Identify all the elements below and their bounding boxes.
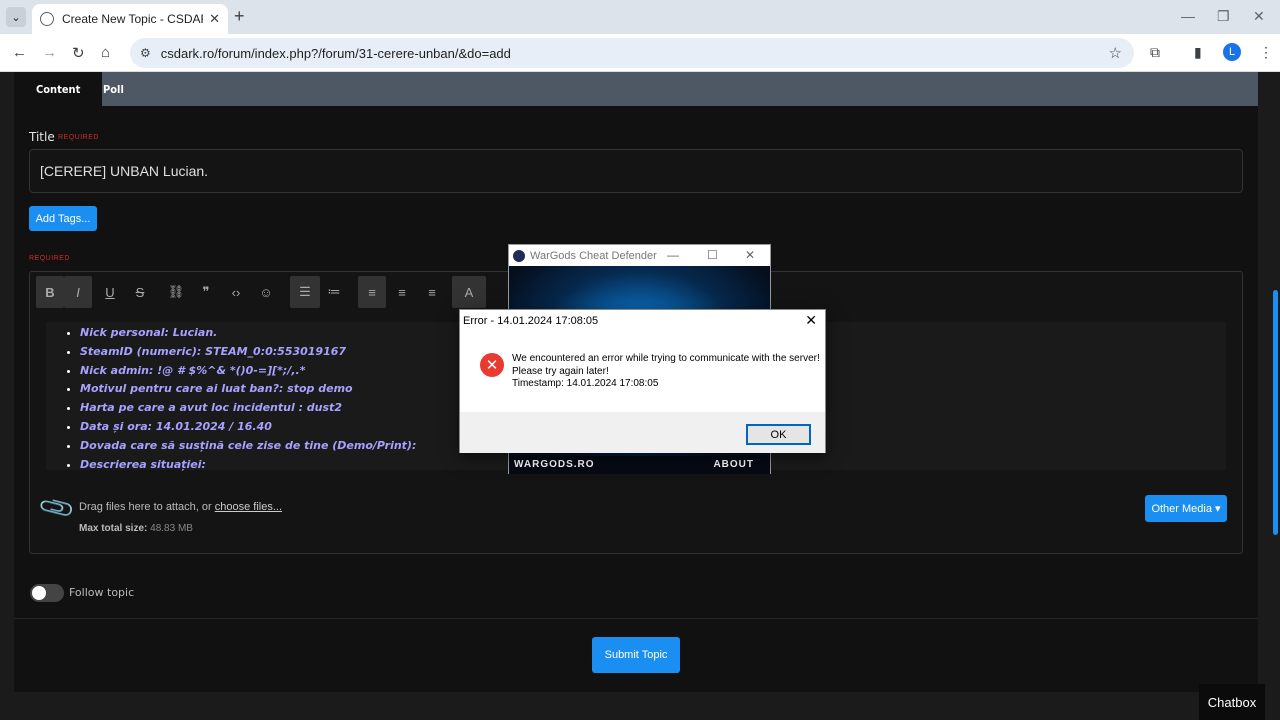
chatbox-button[interactable]: Chatbox bbox=[1199, 684, 1265, 720]
align-right-icon[interactable]: ≡ bbox=[418, 276, 446, 308]
restore-icon[interactable]: ❐ bbox=[1217, 8, 1230, 25]
add-tags-button[interactable]: Add Tags... bbox=[29, 206, 97, 231]
wargods-footer: WARGODS.RO ABOUT bbox=[509, 456, 770, 474]
code-icon[interactable]: ‹› bbox=[222, 276, 250, 308]
other-media-button[interactable]: Other Media ▾ bbox=[1145, 495, 1227, 522]
choose-files-link[interactable]: choose files... bbox=[215, 501, 282, 513]
follow-topic-toggle[interactable] bbox=[30, 584, 64, 602]
bullet-list-icon[interactable]: ☰ bbox=[290, 276, 320, 308]
ok-button[interactable]: OK bbox=[746, 424, 811, 445]
close-window-icon[interactable]: ✕ bbox=[1253, 8, 1265, 25]
title-required-badge: REQUIRED bbox=[58, 134, 99, 141]
tab-poll[interactable]: Poll bbox=[81, 72, 146, 106]
error-dialog: Error - 14.01.2024 17:08:05 ✕ ✕ We encou… bbox=[459, 309, 826, 453]
max-size-info: Max total size: 48.83 MB bbox=[79, 523, 193, 534]
extensions-icon[interactable]: ⧉ bbox=[1150, 44, 1160, 61]
error-line-1: We encountered an error while trying to … bbox=[512, 353, 820, 364]
attach-instructions: Drag files here to attach, or choose fil… bbox=[79, 501, 282, 513]
new-tab-button[interactable]: + bbox=[234, 6, 245, 27]
tab-search-button[interactable]: ⌄ bbox=[6, 7, 26, 27]
reload-icon[interactable]: ↻ bbox=[72, 44, 85, 62]
site-info-icon[interactable]: ⚙ bbox=[140, 46, 151, 60]
wargods-site-link[interactable]: WARGODS.RO bbox=[514, 459, 595, 470]
error-line-3: Timestamp: 14.01.2024 17:08:05 bbox=[512, 378, 659, 389]
wargods-titlebar: WarGods Cheat Defender — ☐ ✕ bbox=[509, 245, 770, 266]
error-message: We encountered an error while trying to … bbox=[512, 353, 820, 391]
link-icon[interactable]: ⛓ bbox=[162, 276, 190, 308]
menu-icon[interactable]: ⋮ bbox=[1259, 44, 1273, 61]
bold-icon[interactable]: B bbox=[36, 276, 64, 308]
globe-icon bbox=[40, 12, 54, 26]
follow-topic-label: Follow topic bbox=[69, 586, 135, 599]
wargods-logo-icon bbox=[513, 249, 525, 262]
max-size-value: 48.83 MB bbox=[150, 523, 193, 534]
align-center-icon[interactable]: ≡ bbox=[388, 276, 416, 308]
max-size-label: Max total size: bbox=[79, 523, 148, 534]
bookmark-star-icon[interactable]: ☆ bbox=[1109, 44, 1122, 62]
emoji-icon[interactable]: ☺ bbox=[252, 276, 280, 308]
forward-icon[interactable]: → bbox=[42, 44, 57, 61]
minimize-icon[interactable]: — bbox=[1181, 8, 1195, 24]
title-input[interactable]: [CERERE] UNBAN Lucian. bbox=[29, 149, 1243, 193]
editor-tabs: Content Poll bbox=[14, 72, 1258, 106]
url-text: csdark.ro/forum/index.php?/forum/31-cere… bbox=[160, 45, 511, 61]
browser-tab-bar: ⌄ Create New Topic - CSDARK - C ✕ + — ❐ … bbox=[0, 0, 1280, 34]
error-close-icon[interactable]: ✕ bbox=[805, 312, 817, 329]
error-line-2: Please try again later! bbox=[512, 365, 609, 377]
wargods-about-link[interactable]: ABOUT bbox=[713, 459, 754, 470]
underline-icon[interactable]: U bbox=[96, 276, 124, 308]
tab-title: Create New Topic - CSDARK - C bbox=[62, 12, 203, 26]
error-icon: ✕ bbox=[480, 353, 504, 377]
side-panel-icon[interactable]: ▮ bbox=[1194, 44, 1202, 61]
browser-toolbar: ← → ↻ ⌂ ⚙ csdark.ro/forum/index.php?/for… bbox=[0, 34, 1280, 72]
browser-tab[interactable]: Create New Topic - CSDARK - C ✕ bbox=[32, 4, 228, 34]
submit-topic-button[interactable]: Submit Topic bbox=[592, 637, 680, 673]
wargods-maximize-icon[interactable]: ☐ bbox=[707, 248, 718, 262]
strikethrough-icon[interactable]: S bbox=[126, 276, 154, 308]
title-label: Title bbox=[29, 130, 55, 144]
toggle-knob bbox=[32, 586, 46, 600]
page-scrollbar[interactable] bbox=[1273, 290, 1278, 535]
close-tab-icon[interactable]: ✕ bbox=[209, 11, 220, 27]
attachment-area[interactable]: 📎 Drag files here to attach, or choose f… bbox=[30, 484, 1242, 554]
address-bar[interactable]: ⚙ csdark.ro/forum/index.php?/forum/31-ce… bbox=[130, 38, 1134, 68]
text-color-icon[interactable]: A bbox=[452, 276, 486, 308]
attach-text: Drag files here to attach, or bbox=[79, 501, 212, 513]
home-icon[interactable]: ⌂ bbox=[101, 44, 110, 61]
wargods-close-icon[interactable]: ✕ bbox=[745, 248, 755, 262]
back-icon[interactable]: ← bbox=[12, 44, 27, 61]
error-dialog-footer: OK bbox=[460, 412, 825, 453]
align-left-icon[interactable]: ≡ bbox=[358, 276, 386, 308]
numbered-list-icon[interactable]: ≔ bbox=[320, 276, 348, 308]
divider bbox=[14, 618, 1258, 619]
body-required-badge: REQUIRED bbox=[29, 255, 70, 262]
profile-avatar[interactable]: L bbox=[1223, 43, 1241, 61]
quote-icon[interactable]: ❞ bbox=[192, 276, 220, 308]
italic-icon[interactable]: I bbox=[64, 276, 92, 308]
paperclip-icon: 📎 bbox=[36, 488, 77, 529]
error-dialog-title: Error - 14.01.2024 17:08:05 bbox=[463, 315, 599, 327]
wargods-minimize-icon[interactable]: — bbox=[667, 248, 679, 262]
wargods-title: WarGods Cheat Defender bbox=[530, 249, 657, 262]
